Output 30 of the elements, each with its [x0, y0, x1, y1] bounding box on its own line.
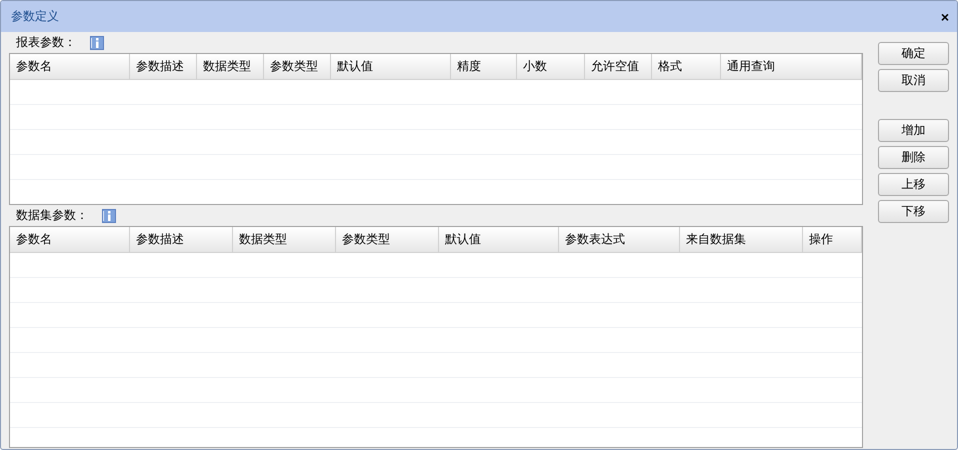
column-header[interactable]: 参数描述 — [130, 227, 233, 252]
edit-button[interactable]: 删除 — [878, 146, 949, 169]
info-icon[interactable] — [90, 36, 104, 50]
info-icon[interactable] — [102, 208, 116, 222]
column-header[interactable]: 数据类型 — [197, 54, 264, 79]
column-header[interactable]: 通用查询 — [721, 54, 862, 79]
column-header[interactable]: 参数表达式 — [559, 227, 680, 252]
edit-button[interactable]: 上移 — [878, 173, 949, 196]
column-header[interactable]: 参数名 — [10, 227, 130, 252]
column-header[interactable]: 参数描述 — [130, 54, 197, 79]
close-button[interactable]: × — [940, 8, 949, 24]
column-header[interactable]: 格式 — [652, 54, 721, 79]
column-header[interactable]: 允许空值 — [585, 54, 652, 79]
column-header[interactable]: 精度 — [451, 54, 517, 79]
column-header[interactable]: 参数名 — [10, 54, 130, 79]
column-header[interactable]: 数据类型 — [233, 227, 336, 252]
column-header[interactable]: 操作 — [803, 227, 862, 252]
section-label: 报表参数： — [16, 34, 76, 51]
edit-button[interactable]: 下移 — [878, 200, 949, 223]
edit-button[interactable]: 增加 — [878, 119, 949, 142]
column-header[interactable]: 来自数据集 — [680, 227, 803, 252]
window-title: 参数定义 — [11, 8, 59, 25]
column-header[interactable]: 默认值 — [439, 227, 559, 252]
column-header[interactable]: 默认值 — [331, 54, 451, 79]
dialog-button[interactable]: 取消 — [878, 69, 949, 92]
column-header[interactable]: 参数类型 — [264, 54, 331, 79]
dialog-button[interactable]: 确定 — [878, 42, 949, 65]
column-header[interactable]: 参数类型 — [336, 227, 439, 252]
section-label: 数据集参数： — [16, 207, 88, 224]
column-header[interactable]: 小数 — [517, 54, 585, 79]
